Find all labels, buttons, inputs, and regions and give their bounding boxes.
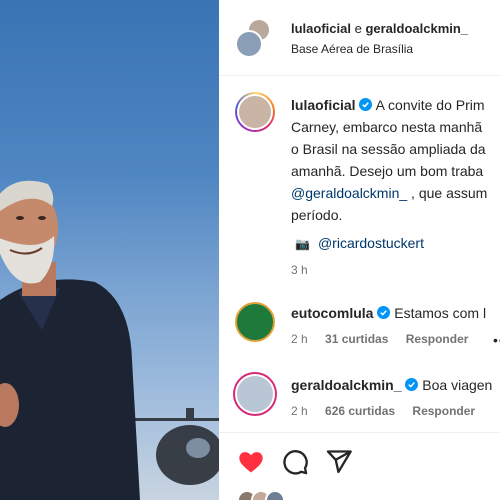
- actions-divider: [219, 432, 500, 433]
- caption-line: o Brasil na sessão ampliada da: [291, 141, 486, 157]
- comment-text: eutocomlula Estamos com l: [291, 302, 486, 324]
- caption-username[interactable]: lulaoficial: [291, 97, 356, 113]
- post-header: lulaoficial e geraldoalckmin_ Base Aérea…: [219, 0, 500, 76]
- commenter-avatar[interactable]: [235, 302, 275, 342]
- comment-time[interactable]: 2 h: [291, 332, 308, 346]
- caption-line: A convite do Prim: [372, 97, 485, 113]
- comment-username[interactable]: eutocomlula: [291, 305, 373, 321]
- credit-mention-link[interactable]: @ricardostuckert: [318, 235, 424, 251]
- mention-link[interactable]: @geraldoalckmin_: [291, 185, 407, 201]
- caption-line: período.: [291, 207, 343, 223]
- camera-icon: 📷: [295, 237, 310, 251]
- comment-username[interactable]: geraldoalckmin_: [291, 377, 402, 393]
- comment-body: Boa viagen: [418, 377, 493, 393]
- comment-item: eutocomlula Estamos com l 2 h 31 curtida…: [235, 302, 500, 362]
- comment-time[interactable]: 2 h: [291, 404, 308, 418]
- caption-line: amanhã. Desejo um bom traba: [291, 163, 484, 179]
- share-icon[interactable]: [325, 448, 353, 476]
- comment-body: Estamos com l: [390, 305, 487, 321]
- comment-icon[interactable]: [281, 448, 309, 476]
- verified-badge-icon: [377, 306, 391, 319]
- reply-button[interactable]: Responder: [406, 332, 469, 346]
- more-options-icon[interactable]: •••: [493, 332, 500, 348]
- post-detail-panel: lulaoficial e geraldoalckmin_ Base Aérea…: [219, 0, 500, 500]
- post-timestamp[interactable]: 3 h: [291, 263, 308, 277]
- location-link[interactable]: Base Aérea de Brasília: [291, 42, 413, 56]
- verified-badge-icon: [405, 378, 419, 391]
- collab-avatars[interactable]: [235, 18, 275, 58]
- comment-meta: 2 h 626 curtidas Responder: [291, 404, 489, 418]
- comment-text: geraldoalckmin_ Boa viagen: [291, 374, 492, 396]
- caption-line: Carney, embarco nesta manhã: [291, 119, 483, 135]
- author-conjunction: e: [350, 21, 366, 36]
- post-authors: lulaoficial e geraldoalckmin_: [291, 21, 468, 36]
- comment-item: geraldoalckmin_ Boa viagen 2 h 626 curti…: [235, 374, 500, 434]
- heart-icon[interactable]: [237, 448, 265, 476]
- commenter-avatar[interactable]: [235, 374, 275, 414]
- author-link[interactable]: lulaoficial: [291, 21, 351, 36]
- post-caption: lulaoficial A convite do Prim Carney, em…: [291, 94, 500, 226]
- verified-badge-icon: [359, 98, 373, 111]
- photo-credit: 📷 @ricardostuckert: [295, 235, 424, 251]
- comment-likes[interactable]: 626 curtidas: [325, 404, 395, 418]
- caption-line: , que assum: [407, 185, 488, 201]
- reply-button[interactable]: Responder: [412, 404, 475, 418]
- comment-meta: 2 h 31 curtidas Responder: [291, 332, 482, 346]
- comment-likes[interactable]: 31 curtidas: [325, 332, 388, 346]
- author-link[interactable]: geraldoalckmin_: [365, 21, 468, 36]
- photo-illustration: [0, 180, 219, 500]
- avatar[interactable]: [235, 30, 263, 58]
- post-photo[interactable]: [0, 0, 219, 500]
- caption-author-avatar[interactable]: [235, 92, 275, 132]
- avatar: [265, 490, 285, 500]
